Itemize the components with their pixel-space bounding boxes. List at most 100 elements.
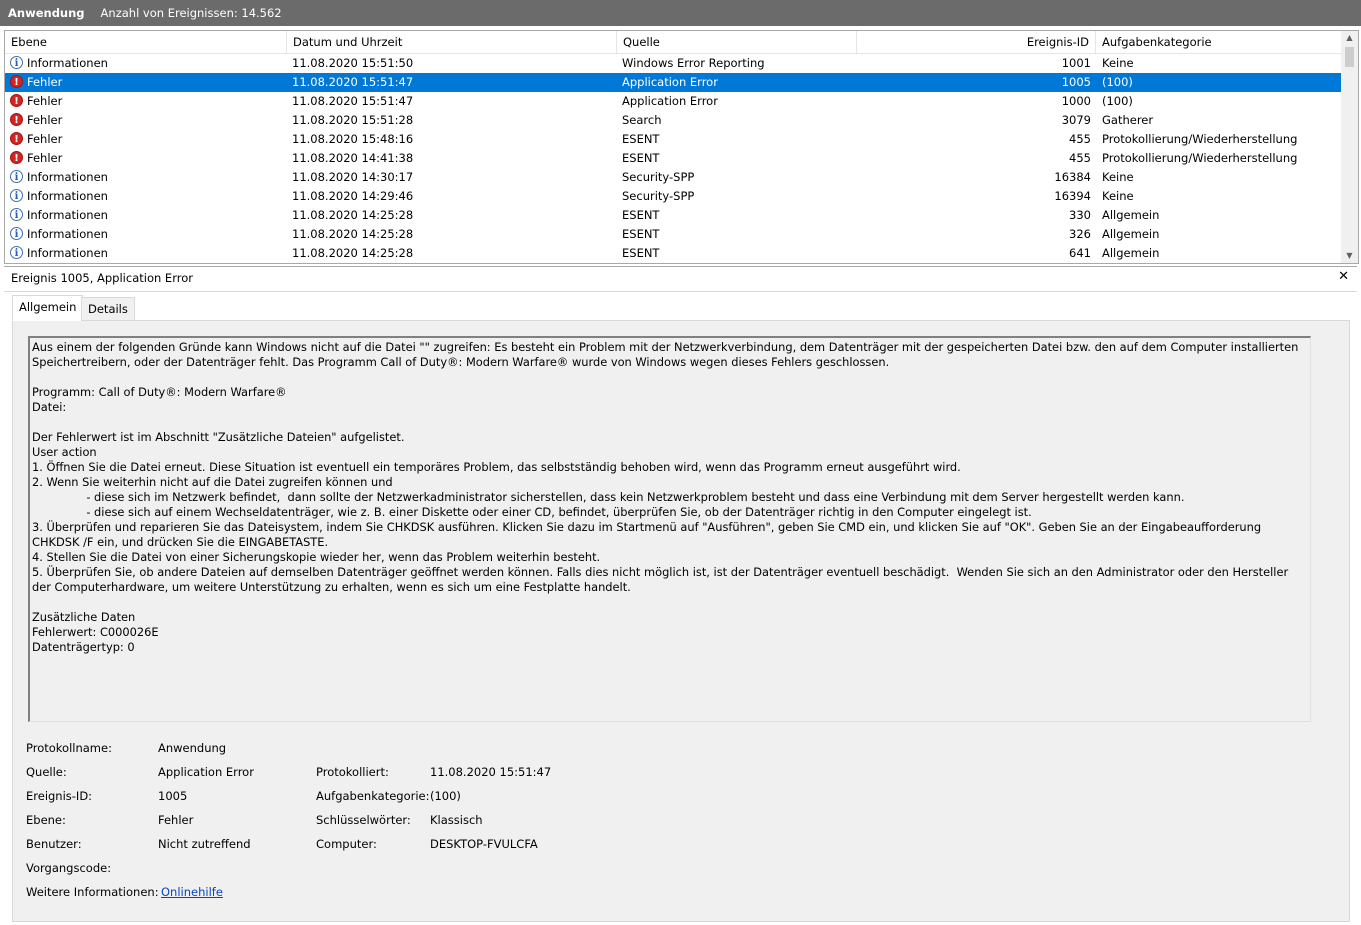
category-cell: (100) [1102, 94, 1133, 108]
table-row[interactable]: i Informationen 11.08.2020 15:51:50 Windows… [5, 54, 1341, 73]
info-icon: i [10, 189, 23, 202]
tab-general[interactable]: Allgemein [12, 295, 84, 321]
logged-value: 11.08.2020 15:51:47 [430, 765, 552, 779]
column-header-event-id[interactable]: Ereignis-ID [857, 31, 1096, 53]
category-cell: Protokollierung/Wiederherstellung [1102, 151, 1298, 165]
date-cell: 11.08.2020 14:29:46 [292, 189, 414, 203]
source-cell: Search [622, 113, 662, 127]
detail-title: Ereignis 1005, Application Error [11, 271, 193, 285]
event-id-cell: 1005 [1061, 75, 1091, 89]
category-cell: Keine [1102, 56, 1134, 70]
vertical-scrollbar[interactable]: ▲ ▼ [1341, 31, 1358, 263]
category-cell: Keine [1102, 189, 1134, 203]
level-cell: Fehler [27, 151, 63, 165]
date-cell: 11.08.2020 15:51:47 [292, 94, 414, 108]
source-cell: Security-SPP [622, 170, 695, 184]
event-id-cell: 1000 [1061, 94, 1091, 108]
table-row[interactable]: ! Fehler 11.08.2020 14:41:38 ESENT 455 Protok… [5, 149, 1341, 168]
opcode-label: Vorgangscode: [26, 861, 112, 875]
date-cell: 11.08.2020 14:25:28 [292, 227, 414, 241]
column-header-date[interactable]: Datum und Uhrzeit [287, 31, 617, 53]
info-icon: i [10, 227, 23, 240]
table-row[interactable]: i Informationen 11.08.2020 14:30:17 Securit… [5, 168, 1341, 187]
table-row[interactable]: i Informationen 11.08.2020 14:25:28 ESENT 64… [5, 244, 1341, 263]
user-value: Nicht zutreffend [158, 837, 251, 851]
event-id-cell: 16384 [1054, 170, 1091, 184]
user-label: Benutzer: [26, 837, 82, 851]
source-label: Quelle: [26, 765, 67, 779]
date-cell: 11.08.2020 15:51:50 [292, 56, 414, 70]
logged-label: Protokolliert: [316, 765, 389, 779]
keywords-value: Klassisch [430, 813, 483, 827]
date-cell: 11.08.2020 15:51:28 [292, 113, 414, 127]
table-row[interactable]: ! Fehler 11.08.2020 15:51:47 Application Er… [5, 73, 1341, 92]
log-name-label: Protokollname: [26, 741, 112, 755]
log-name: Anwendung [8, 6, 85, 20]
event-id-cell: 455 [1069, 151, 1091, 165]
detail-header: Ereignis 1005, Application Error ✕ [4, 266, 1357, 292]
event-id-label: Ereignis-ID: [26, 789, 93, 803]
computer-value: DESKTOP-FVULCFA [430, 837, 538, 851]
level-cell: Informationen [27, 227, 108, 241]
table-row[interactable]: i Informationen 11.08.2020 14:29:46 Securit… [5, 187, 1341, 206]
level-cell: Fehler [27, 132, 63, 146]
close-icon[interactable]: ✕ [1338, 269, 1349, 284]
level-cell: Informationen [27, 170, 108, 184]
source-cell: Application Error [622, 94, 718, 108]
source-cell: Windows Error Reporting [622, 56, 765, 70]
table-row[interactable]: i Informationen 11.08.2020 14:25:28 ESENT 32… [5, 225, 1341, 244]
date-cell: 11.08.2020 14:25:28 [292, 246, 414, 260]
date-cell: 11.08.2020 15:51:47 [292, 75, 414, 89]
title-bar: Anwendung Anzahl von Ereignissen: 14.562 [0, 0, 1361, 26]
column-header-level[interactable]: Ebene [5, 31, 287, 53]
event-grid[interactable]: Ebene Datum und Uhrzeit Quelle Ereignis-… [4, 30, 1359, 264]
source-value: Application Error [158, 765, 254, 779]
error-icon: ! [10, 132, 23, 145]
category-cell: Keine [1102, 170, 1134, 184]
level-label: Ebene: [26, 813, 66, 827]
column-header-source[interactable]: Quelle [617, 31, 857, 53]
source-cell: Application Error [622, 75, 718, 89]
source-cell: ESENT [622, 132, 660, 146]
level-value: Fehler [158, 813, 194, 827]
info-icon: i [10, 56, 23, 69]
error-icon: ! [10, 94, 23, 107]
source-cell: ESENT [622, 151, 660, 165]
error-icon: ! [10, 113, 23, 126]
category-cell: Allgemein [1102, 208, 1160, 222]
event-id-cell: 330 [1069, 208, 1091, 222]
category-cell: (100) [1102, 75, 1133, 89]
date-cell: 11.08.2020 14:41:38 [292, 151, 414, 165]
scroll-down-icon[interactable]: ▼ [1341, 249, 1358, 263]
date-cell: 11.08.2020 15:48:16 [292, 132, 414, 146]
category-cell: Gatherer [1102, 113, 1154, 127]
event-id-value: 1005 [158, 789, 188, 803]
scroll-thumb[interactable] [1345, 47, 1354, 67]
level-cell: Informationen [27, 189, 108, 203]
level-cell: Fehler [27, 94, 63, 108]
column-header-category[interactable]: Aufgabenkategorie [1096, 31, 1341, 53]
table-row[interactable]: i Informationen 11.08.2020 14:25:28 ESENT 33… [5, 206, 1341, 225]
info-icon: i [10, 170, 23, 183]
info-icon: i [10, 208, 23, 221]
event-id-cell: 641 [1069, 246, 1091, 260]
error-icon: ! [10, 75, 23, 88]
scroll-up-icon[interactable]: ▲ [1341, 31, 1358, 45]
log-name-value: Anwendung [158, 741, 227, 755]
table-row[interactable]: ! Fehler 11.08.2020 15:48:16 ESENT 455 Protok… [5, 130, 1341, 149]
table-row[interactable]: ! Fehler 11.08.2020 15:51:47 Application Er… [5, 92, 1341, 111]
level-cell: Fehler [27, 75, 63, 89]
tab-details[interactable]: Details [81, 297, 135, 321]
level-cell: Fehler [27, 113, 63, 127]
computer-label: Computer: [316, 837, 377, 851]
category-cell: Allgemein [1102, 227, 1160, 241]
table-row[interactable]: ! Fehler 11.08.2020 15:51:28 Search 3079 Gath… [5, 111, 1341, 130]
event-count: Anzahl von Ereignissen: 14.562 [100, 6, 282, 20]
event-description[interactable]: Aus einem der folgenden Gründe kann Wind… [28, 336, 1311, 722]
source-cell: ESENT [622, 246, 660, 260]
event-id-cell: 455 [1069, 132, 1091, 146]
category-cell: Protokollierung/Wiederherstellung [1102, 132, 1298, 146]
error-icon: ! [10, 151, 23, 164]
online-help-link[interactable]: Onlinehilfe [161, 885, 223, 899]
grid-header: Ebene Datum und Uhrzeit Quelle Ereignis-… [5, 31, 1341, 54]
